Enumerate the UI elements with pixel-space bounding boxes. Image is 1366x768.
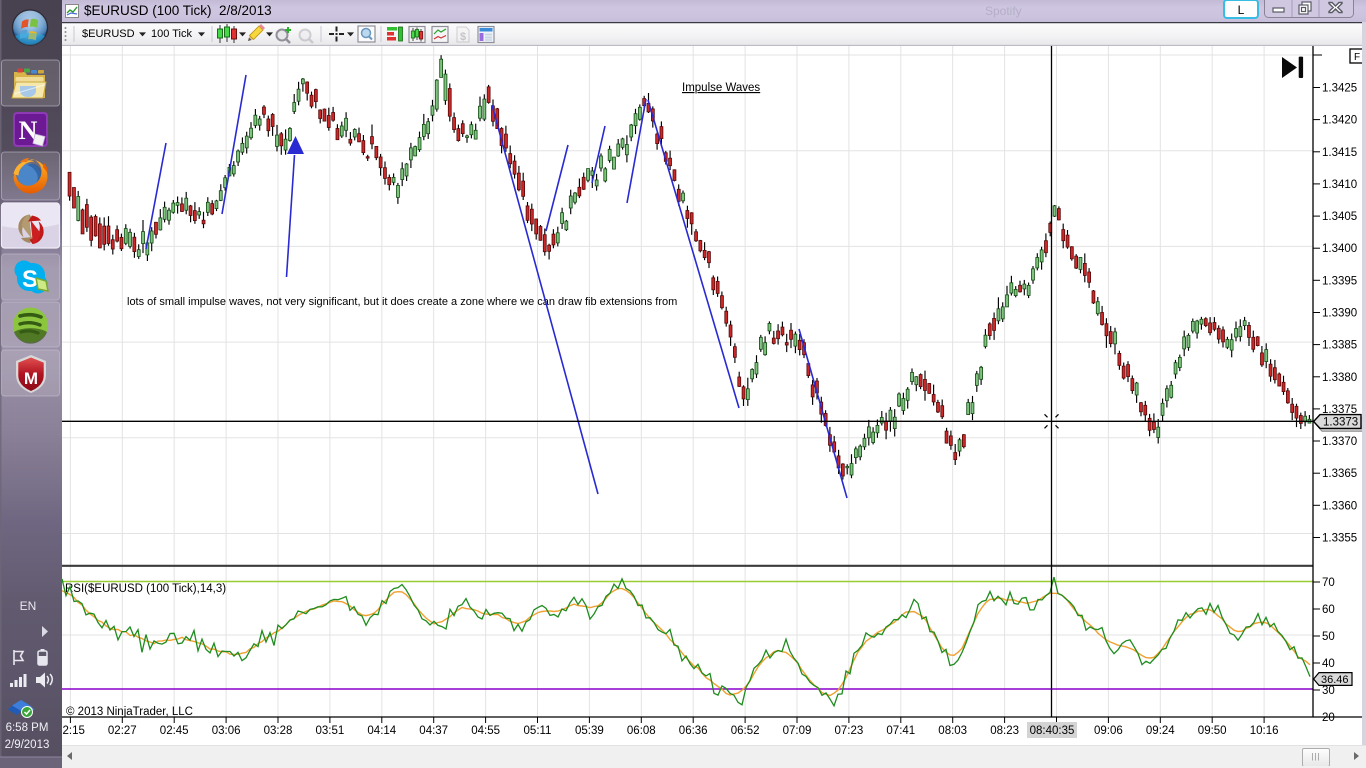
svg-text:100 Tick: 100 Tick (151, 28, 192, 40)
svg-text:1.3390: 1.3390 (1322, 308, 1357, 320)
svg-text:© 2013 NinjaTrader, LLC: © 2013 NinjaTrader, LLC (66, 706, 193, 718)
svg-text:F: F (1354, 52, 1360, 63)
svg-text:1.3405: 1.3405 (1322, 211, 1357, 223)
svg-text:1.3373: 1.3373 (1323, 417, 1358, 429)
svg-text:07:41: 07:41 (886, 725, 915, 737)
svg-text:09:24: 09:24 (1146, 725, 1175, 737)
svg-text:04:37: 04:37 (419, 725, 448, 737)
svg-text:03:06: 03:06 (212, 725, 241, 737)
svg-text:08:23: 08:23 (990, 725, 1019, 737)
svg-text:1.3395: 1.3395 (1322, 275, 1357, 287)
svg-text:05:11: 05:11 (524, 725, 552, 737)
svg-text:1.3415: 1.3415 (1322, 147, 1357, 159)
svg-text:09:50: 09:50 (1198, 725, 1227, 737)
svg-text:60: 60 (1322, 604, 1335, 616)
svg-text:05:39: 05:39 (575, 725, 604, 737)
svg-text:1.3425: 1.3425 (1322, 83, 1357, 95)
svg-text:1.3370: 1.3370 (1322, 436, 1357, 448)
svg-text:07:09: 07:09 (783, 725, 812, 737)
svg-text:1.3420: 1.3420 (1322, 115, 1357, 127)
svg-text:06:36: 06:36 (679, 725, 708, 737)
svg-text:RSI($EURUSD (100 Tick),14,3): RSI($EURUSD (100 Tick),14,3) (65, 583, 226, 595)
svg-text:06:08: 06:08 (627, 725, 656, 737)
svg-text:1.3360: 1.3360 (1322, 500, 1357, 512)
svg-text:06:52: 06:52 (731, 725, 760, 737)
svg-text:1.3385: 1.3385 (1322, 340, 1357, 352)
svg-text:1.3365: 1.3365 (1322, 468, 1357, 480)
svg-text:lots of small impulse waves, n: lots of small impulse waves, not very si… (127, 296, 677, 308)
svg-text:03:28: 03:28 (264, 725, 293, 737)
svg-text:03:51: 03:51 (316, 725, 345, 737)
svg-text:1.3410: 1.3410 (1322, 179, 1357, 191)
svg-text:1.3355: 1.3355 (1322, 533, 1357, 545)
svg-text:70: 70 (1322, 577, 1335, 589)
svg-text:07:23: 07:23 (835, 725, 864, 737)
svg-text:04:14: 04:14 (367, 725, 396, 737)
svg-text:08:03: 08:03 (938, 725, 967, 737)
svg-text:02:27: 02:27 (108, 725, 137, 737)
svg-text:$EURUSD: $EURUSD (82, 28, 135, 40)
svg-text:6:58 PM: 6:58 PM (6, 722, 49, 734)
svg-text:10:16: 10:16 (1250, 725, 1279, 737)
svg-text:2:15: 2:15 (63, 725, 85, 737)
svg-text:30: 30 (1322, 685, 1335, 697)
svg-text:20: 20 (1322, 712, 1335, 724)
svg-text:08:40:35: 08:40:35 (1030, 725, 1075, 737)
svg-text:1.3380: 1.3380 (1322, 372, 1357, 384)
svg-text:M: M (24, 369, 38, 388)
svg-text:36.46: 36.46 (1321, 674, 1349, 686)
svg-text:50: 50 (1322, 631, 1335, 643)
svg-text:$: $ (460, 31, 466, 43)
svg-text:Impulse Waves: Impulse Waves (682, 82, 760, 94)
svg-text:09:06: 09:06 (1094, 725, 1123, 737)
svg-text:40: 40 (1322, 658, 1335, 670)
svg-text:EN: EN (20, 599, 37, 613)
svg-text:04:55: 04:55 (471, 725, 500, 737)
svg-text:2/9/2013: 2/9/2013 (5, 739, 50, 751)
svg-text:1.3400: 1.3400 (1322, 243, 1357, 255)
svg-text:02:45: 02:45 (160, 725, 189, 737)
svg-text:L: L (1238, 3, 1245, 17)
